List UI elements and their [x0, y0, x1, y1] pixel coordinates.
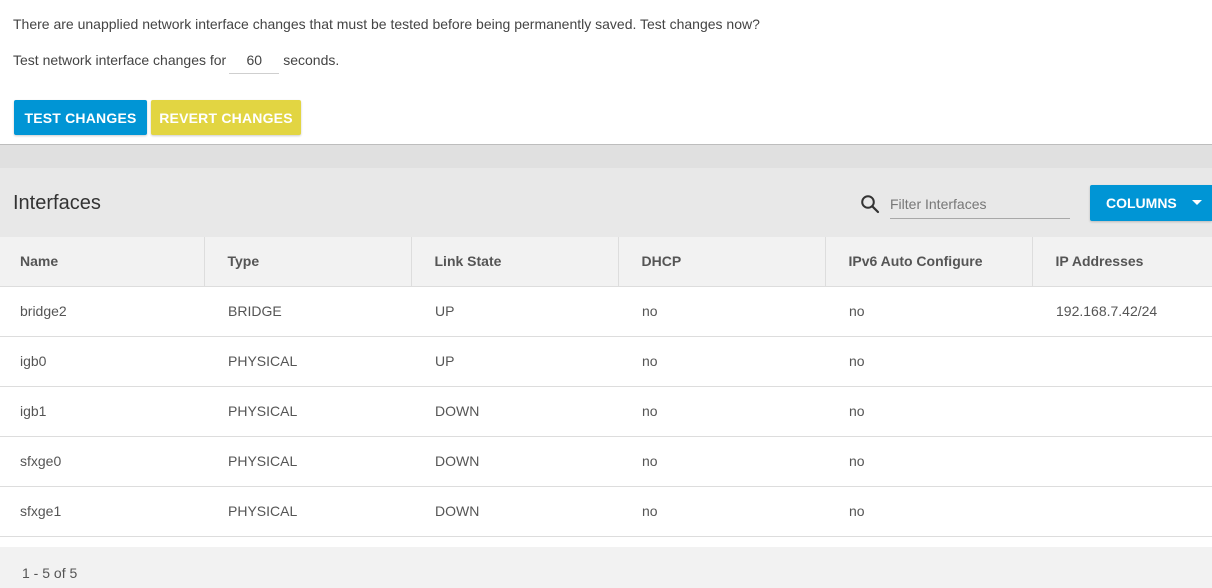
table-row[interactable]: sfxge1 PHYSICAL DOWN no no [0, 486, 1212, 537]
caret-down-icon[interactable] [1192, 200, 1202, 205]
revert-changes-button[interactable]: REVERT CHANGES [151, 100, 301, 135]
columns-button[interactable]: COLUMNS [1090, 185, 1212, 221]
interfaces-table: Name Type Link State DHCP IPv6 Auto Conf… [0, 237, 1212, 537]
cell-link-state: UP [411, 286, 618, 337]
cell-ipv6-auto-configure: no [825, 436, 1032, 487]
cell-type: PHYSICAL [204, 486, 411, 537]
cell-name: sfxge0 [0, 436, 204, 487]
column-header-name[interactable]: Name [0, 237, 205, 287]
cell-name: bridge2 [0, 286, 204, 337]
column-header-type[interactable]: Type [204, 237, 412, 287]
cell-ipv6-auto-configure: no [825, 286, 1032, 337]
unapplied-changes-message: There are unapplied network interface ch… [13, 16, 760, 32]
table-header-row: Name Type Link State DHCP IPv6 Auto Conf… [0, 237, 1212, 287]
cell-link-state: DOWN [411, 436, 618, 487]
cell-ip-addresses [1032, 386, 1212, 437]
cell-link-state: DOWN [411, 486, 618, 537]
cell-ip-addresses [1032, 336, 1212, 387]
search-icon [861, 195, 880, 214]
cell-name: igb1 [0, 386, 204, 437]
table-row[interactable]: igb1 PHYSICAL DOWN no no [0, 386, 1212, 437]
cell-type: PHYSICAL [204, 336, 411, 387]
timer-suffix-label: seconds. [283, 52, 340, 68]
cell-dhcp: no [618, 386, 825, 437]
pagination-range: 1 - 5 of 5 [22, 565, 78, 581]
cell-type: BRIDGE [204, 286, 411, 337]
cell-link-state: DOWN [411, 386, 618, 437]
test-changes-button[interactable]: TEST CHANGES [14, 100, 147, 135]
cell-ip-addresses: 192.168.7.42/24 [1032, 286, 1212, 337]
card-title: Interfaces [13, 192, 101, 214]
column-header-ipv6-auto-configure[interactable]: IPv6 Auto Configure [825, 237, 1033, 287]
cell-name: igb0 [0, 336, 204, 387]
filter-interfaces-input[interactable] [890, 190, 1070, 219]
table-row[interactable]: bridge2 BRIDGE UP no no 192.168.7.42/24 [0, 286, 1212, 337]
column-header-link-state[interactable]: Link State [411, 237, 619, 287]
cell-ipv6-auto-configure: no [825, 336, 1032, 387]
interfaces-card-header: Interfaces COLUMNS [0, 168, 1212, 237]
columns-button-label: COLUMNS [1106, 195, 1177, 211]
cell-dhcp: no [618, 486, 825, 537]
test-timeout-input[interactable] [229, 46, 280, 74]
cell-ip-addresses [1032, 436, 1212, 487]
column-header-dhcp[interactable]: DHCP [618, 237, 826, 287]
table-row[interactable]: sfxge0 PHYSICAL DOWN no no [0, 436, 1212, 487]
section-divider [0, 144, 1212, 168]
table-footer: 1 - 5 of 5 [0, 547, 1212, 588]
test-timer-row: Test network interface changes for secon… [13, 46, 339, 74]
cell-type: PHYSICAL [204, 386, 411, 437]
cell-dhcp: no [618, 436, 825, 487]
cell-dhcp: no [618, 286, 825, 337]
cell-type: PHYSICAL [204, 436, 411, 487]
cell-ipv6-auto-configure: no [825, 486, 1032, 537]
table-row[interactable]: igb0 PHYSICAL UP no no [0, 336, 1212, 387]
column-header-ip-addresses[interactable]: IP Addresses [1032, 237, 1212, 287]
timer-prefix-label: Test network interface changes for [13, 52, 227, 68]
cell-ip-addresses [1032, 486, 1212, 537]
cell-name: sfxge1 [0, 486, 204, 537]
cell-dhcp: no [618, 336, 825, 387]
cell-ipv6-auto-configure: no [825, 386, 1032, 437]
cell-link-state: UP [411, 336, 618, 387]
